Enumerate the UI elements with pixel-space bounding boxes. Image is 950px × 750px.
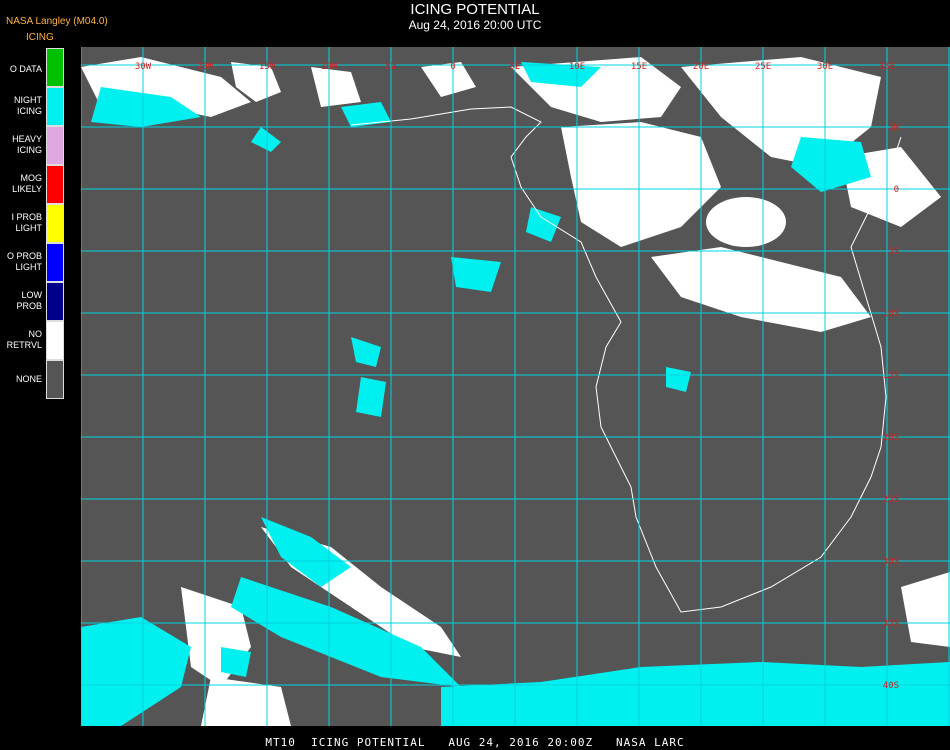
legend-label: NO RETRVL <box>6 329 42 350</box>
legend-label: HEAVY ICING <box>12 134 42 155</box>
legend-swatch <box>46 321 64 360</box>
legend-item-hi-prob-light: I PROB LIGHT <box>0 204 66 243</box>
no-retrieval-cloud <box>706 197 786 247</box>
latitude-label: 5S <box>888 247 899 257</box>
legend-swatch <box>46 48 64 87</box>
latitude-label: 30S <box>883 557 899 567</box>
latitude-label: 40S <box>883 681 899 691</box>
legend-label: I PROB LIGHT <box>11 212 42 233</box>
latitude-label: 20S <box>883 433 899 443</box>
longitude-label: 20W <box>197 62 214 72</box>
latitude-label: 10S <box>883 309 899 319</box>
night-icing-area <box>221 647 251 677</box>
legend-item-low-prob: LOW PROB <box>0 282 66 321</box>
longitude-label: 5E <box>510 62 521 72</box>
legend-label: O PROB LIGHT <box>6 251 42 272</box>
longitude-label: 25E <box>755 62 771 72</box>
legend-swatch <box>46 204 64 243</box>
latitude-label: 0 <box>894 185 899 195</box>
legend-label: NONE <box>15 374 42 384</box>
legend-item-lo-prob-light: O PROB LIGHT <box>0 243 66 282</box>
legend-swatch <box>46 87 64 126</box>
longitude-label: 20E <box>693 62 709 72</box>
longitude-label: 30E <box>817 62 833 72</box>
legend-item-none: NONE <box>0 360 66 399</box>
legend-item-no-data: O DATA <box>0 48 66 87</box>
map-timestamp: Aug 24, 2016 20:00 UTC <box>408 18 542 32</box>
longitude-label: 15W <box>259 62 276 72</box>
legend-label: O DATA <box>9 64 42 74</box>
latitude-label: 25S <box>883 495 899 505</box>
legend-item-night-icing: NIGHT ICING <box>0 87 66 126</box>
longitude-label: 5W <box>386 62 397 72</box>
legend-swatch <box>46 126 64 165</box>
map-title: ICING POTENTIAL <box>410 1 540 18</box>
legend-swatch <box>46 282 64 321</box>
legend-swatch <box>46 360 64 399</box>
longitude-label: 0 <box>450 62 455 72</box>
legend-label: NIGHT ICING <box>14 95 42 116</box>
legend-swatch <box>46 165 64 204</box>
longitude-label: 30W <box>135 62 152 72</box>
legend-item-mog-likely: MOG LIKELY <box>0 165 66 204</box>
night-icing-area <box>356 377 386 417</box>
source-label: NASA Langley (M04.0) <box>6 16 108 27</box>
legend-item-no-retrvl: NO RETRVL <box>0 321 66 360</box>
latitude-label: 5N <box>888 123 899 133</box>
legend-item-heavy-icing: HEAVY ICING <box>0 126 66 165</box>
legend-swatch <box>46 243 64 282</box>
legend-label: LOW PROB <box>16 290 42 311</box>
longitude-label: 15E <box>631 62 647 72</box>
footer-caption: MT10 ICING POTENTIAL AUG 24, 2016 20:00Z… <box>265 736 685 749</box>
latitude-label: 35S <box>883 619 899 629</box>
longitude-label: 35E <box>879 62 895 72</box>
longitude-label: 10W <box>321 62 338 72</box>
longitude-label: 10E <box>569 62 585 72</box>
legend-title: ICING <box>26 32 54 43</box>
legend-label: MOG LIKELY <box>12 173 42 194</box>
latitude-label: 15S <box>883 371 899 381</box>
icing-map: 30W 20W 15W 10W 5W 0 5E 10E 15E 20E 25E 30E 35E 5N 0 5… <box>81 47 950 726</box>
